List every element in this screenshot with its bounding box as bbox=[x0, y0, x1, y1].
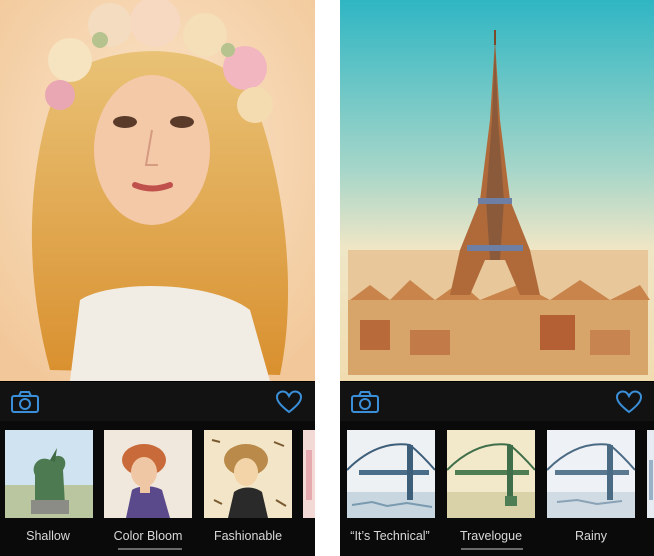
portrait-photo bbox=[0, 0, 315, 381]
filter-label[interactable]: Travelogue bbox=[441, 529, 541, 543]
filter-label[interactable]: Color Bloom bbox=[98, 529, 198, 543]
filter-strip: Shallow Color Bloom Fashionable bbox=[0, 421, 315, 556]
toolbar bbox=[0, 381, 315, 422]
toolbar bbox=[340, 381, 654, 422]
filter-thumb-its-technical[interactable] bbox=[347, 430, 435, 518]
heart-icon[interactable] bbox=[275, 390, 303, 414]
camera-icon[interactable] bbox=[350, 390, 380, 414]
heart-icon[interactable] bbox=[615, 390, 643, 414]
filter-thumb-travelogue[interactable] bbox=[447, 430, 535, 518]
filter-thumb-shallow[interactable] bbox=[5, 430, 93, 518]
filter-thumb-fashionable[interactable] bbox=[204, 430, 292, 518]
camera-icon[interactable] bbox=[10, 390, 40, 414]
eiffel-photo bbox=[340, 0, 654, 381]
filter-strip: “It’s Technical” Travelogue Rainy bbox=[340, 421, 654, 556]
filter-thumb-color-bloom[interactable] bbox=[104, 430, 192, 518]
selected-indicator bbox=[461, 548, 523, 550]
filter-label[interactable]: Shallow bbox=[0, 529, 98, 543]
selected-indicator bbox=[118, 548, 182, 550]
divider bbox=[315, 0, 340, 556]
filter-label[interactable]: “It’s Technical” bbox=[340, 529, 440, 543]
right-screen: “It’s Technical” Travelogue Rainy bbox=[340, 0, 654, 556]
filter-thumb-next[interactable] bbox=[647, 430, 654, 518]
filter-label[interactable]: Fashionable bbox=[198, 529, 298, 543]
left-screen: Shallow Color Bloom Fashionable bbox=[0, 0, 315, 556]
filter-label[interactable]: Rainy bbox=[541, 529, 641, 543]
filter-thumb-next[interactable] bbox=[303, 430, 315, 518]
filter-thumb-rainy[interactable] bbox=[547, 430, 635, 518]
